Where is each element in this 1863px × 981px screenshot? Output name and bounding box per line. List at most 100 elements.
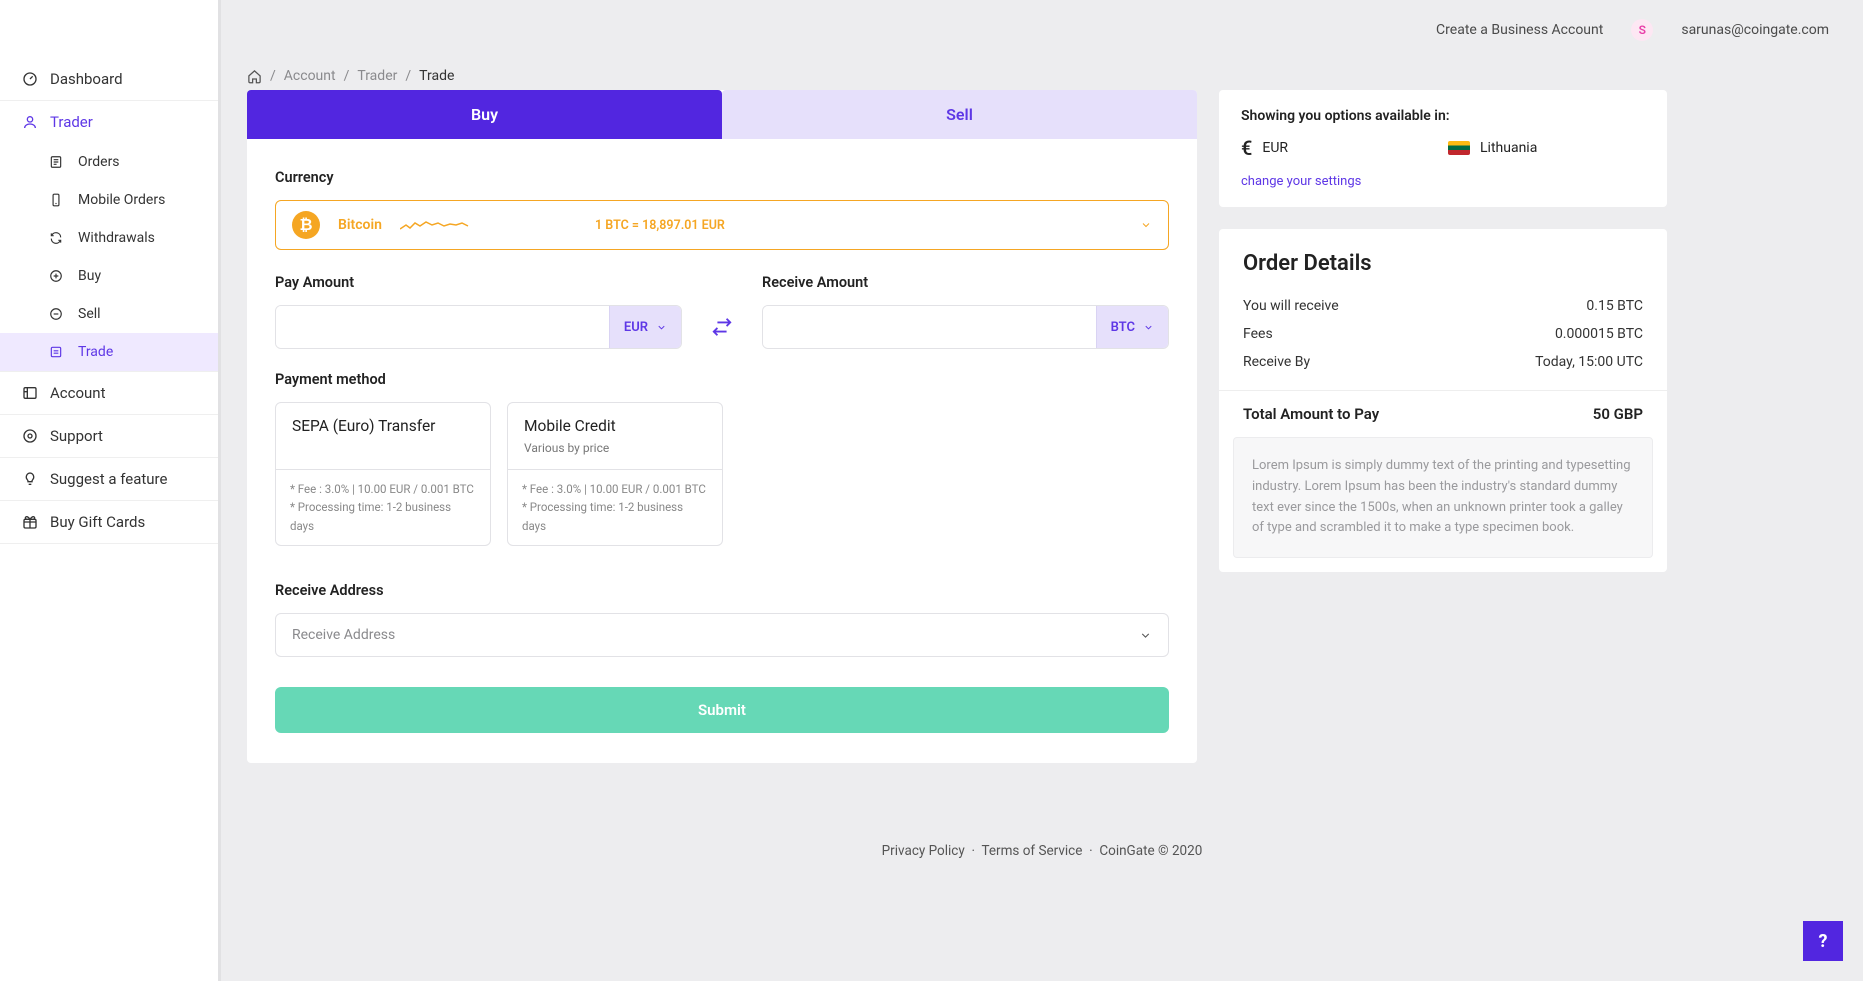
euro-icon: € xyxy=(1241,136,1252,160)
nav-trader[interactable]: Trader xyxy=(0,101,220,143)
nav-support[interactable]: Support xyxy=(0,415,220,458)
receive-address-select[interactable]: Receive Address xyxy=(275,613,1169,657)
chevron-down-icon xyxy=(1140,219,1152,231)
order-row: Receive By Today, 15:00 UTC xyxy=(1243,348,1643,376)
receive-amount-label: Receive Amount xyxy=(762,274,1169,291)
options-panel: Showing you options available in: € EUR … xyxy=(1219,90,1667,207)
nav-sub-trade[interactable]: Trade xyxy=(0,333,220,371)
account-icon xyxy=(22,385,38,401)
nav-sub-buy[interactable]: Buy xyxy=(0,257,220,295)
user-icon xyxy=(22,114,38,130)
help-button[interactable]: ? xyxy=(1803,921,1843,961)
currency-rate: 1 BTC = 18,897.01 EUR xyxy=(595,218,725,233)
change-settings-link[interactable]: change your settings xyxy=(1241,174,1361,189)
lithuania-flag-icon xyxy=(1448,141,1470,155)
order-total: Total Amount to Pay 50 GBP xyxy=(1219,390,1667,437)
pm-proc: * Processing time: 1-2 business days xyxy=(522,498,708,535)
pay-amount-wrap: EUR xyxy=(275,305,682,349)
footer: Privacy Policy · Terms of Service · Coin… xyxy=(221,783,1863,879)
orders-icon xyxy=(48,154,64,170)
nav-sub-orders[interactable]: Orders xyxy=(0,143,220,181)
footer-terms[interactable]: Terms of Service xyxy=(981,843,1082,859)
pay-amount-label: Pay Amount xyxy=(275,274,682,291)
pm-title: SEPA (Euro) Transfer xyxy=(292,417,474,435)
nav-trader-sublist: Orders Mobile Orders Withdrawals Buy Sel… xyxy=(0,143,220,372)
nav-sub-sell[interactable]: Sell xyxy=(0,295,220,333)
topbar: Create a Business Account S sarunas@coin… xyxy=(221,0,1863,60)
sparkline-icon xyxy=(400,217,470,233)
order-note: Lorem Ipsum is simply dummy text of the … xyxy=(1233,437,1653,558)
options-title: Showing you options available in: xyxy=(1241,108,1645,124)
nav-sub-label: Withdrawals xyxy=(78,230,155,246)
options-country: Lithuania xyxy=(1480,140,1537,156)
currency-label: Currency xyxy=(275,169,1169,186)
nav-sub-mobile-orders[interactable]: Mobile Orders xyxy=(0,181,220,219)
trade-icon xyxy=(48,344,64,360)
tabs: Buy Sell xyxy=(247,90,1197,139)
swap-button[interactable] xyxy=(700,305,744,349)
currency-select[interactable]: ₿ Bitcoin 1 BTC = 18,897.01 EUR xyxy=(275,200,1169,250)
nav-label: Buy Gift Cards xyxy=(50,513,145,531)
breadcrumb: / Account / Trader / Trade xyxy=(221,60,1863,84)
pay-amount-input[interactable] xyxy=(276,306,609,348)
nav-giftcards[interactable]: Buy Gift Cards xyxy=(0,501,220,544)
nav-sub-label: Sell xyxy=(78,306,101,322)
nav-label: Support xyxy=(50,427,103,445)
user-email[interactable]: sarunas@coingate.com xyxy=(1681,22,1829,38)
payment-method-mobile-credit[interactable]: Mobile Credit Various by price * Fee : 3… xyxy=(507,402,723,546)
pm-fee: * Fee : 3.0% | 10.00 EUR / 0.001 BTC xyxy=(522,480,708,498)
logo-area xyxy=(0,0,220,58)
plus-circle-icon xyxy=(48,268,64,284)
pm-proc: * Processing time: 1-2 business days xyxy=(290,498,476,535)
pm-fee: * Fee : 3.0% | 10.00 EUR / 0.001 BTC xyxy=(290,480,476,498)
tab-buy[interactable]: Buy xyxy=(247,90,722,139)
nav-sub-label: Buy xyxy=(78,268,101,284)
order-row: You will receive 0.15 BTC xyxy=(1243,292,1643,320)
bulb-icon xyxy=(22,471,38,487)
business-account-link[interactable]: Create a Business Account xyxy=(1436,22,1603,38)
crumb-current: Trade xyxy=(419,68,454,84)
dashboard-icon xyxy=(22,71,38,87)
nav-label: Trader xyxy=(50,113,93,131)
nav-label: Suggest a feature xyxy=(50,470,167,488)
receive-unit-select[interactable]: BTC xyxy=(1096,306,1168,348)
receive-address-placeholder: Receive Address xyxy=(292,627,395,643)
minus-circle-icon xyxy=(48,306,64,322)
receive-amount-wrap: BTC xyxy=(762,305,1169,349)
pm-sub: Various by price xyxy=(524,441,706,455)
nav-label: Account xyxy=(50,384,106,402)
nav-sub-label: Orders xyxy=(78,154,120,170)
crumb-trader[interactable]: Trader xyxy=(357,68,397,84)
payment-method-sepa[interactable]: SEPA (Euro) Transfer . * Fee : 3.0% | 10… xyxy=(275,402,491,546)
mobile-icon xyxy=(48,192,64,208)
home-icon[interactable] xyxy=(247,69,262,84)
tab-sell[interactable]: Sell xyxy=(722,90,1197,139)
refresh-icon xyxy=(48,230,64,246)
payment-method-label: Payment method xyxy=(275,371,1169,388)
sidebar: Dashboard Trader Orders Mobile Orders Wi… xyxy=(0,0,221,981)
nav-dashboard[interactable]: Dashboard xyxy=(0,58,220,101)
options-currency: EUR xyxy=(1262,140,1288,156)
gift-icon xyxy=(22,514,38,530)
nav-account[interactable]: Account xyxy=(0,372,220,415)
trade-panel: Buy Sell Currency ₿ Bitcoin 1 BTC = 18,8… xyxy=(247,90,1197,763)
nav-sub-label: Mobile Orders xyxy=(78,192,165,208)
bitcoin-icon: ₿ xyxy=(292,211,320,239)
order-details-panel: Order Details You will receive 0.15 BTC … xyxy=(1219,229,1667,572)
main-area: Create a Business Account S sarunas@coin… xyxy=(221,0,1863,981)
sidebar-resize-handle[interactable] xyxy=(213,0,221,981)
receive-amount-input[interactable] xyxy=(763,306,1096,348)
avatar[interactable]: S xyxy=(1631,19,1653,41)
currency-name: Bitcoin xyxy=(338,217,382,233)
nav-suggest[interactable]: Suggest a feature xyxy=(0,458,220,501)
order-title: Order Details xyxy=(1219,229,1667,286)
pay-unit-select[interactable]: EUR xyxy=(609,306,681,348)
footer-privacy[interactable]: Privacy Policy xyxy=(882,843,965,859)
nav-sub-label: Trade xyxy=(78,344,113,360)
nav-label: Dashboard xyxy=(50,70,123,88)
chevron-down-icon xyxy=(1139,629,1152,642)
nav-sub-withdrawals[interactable]: Withdrawals xyxy=(0,219,220,257)
submit-button[interactable]: Submit xyxy=(275,687,1169,733)
support-icon xyxy=(22,428,38,444)
crumb-account[interactable]: Account xyxy=(284,68,336,84)
